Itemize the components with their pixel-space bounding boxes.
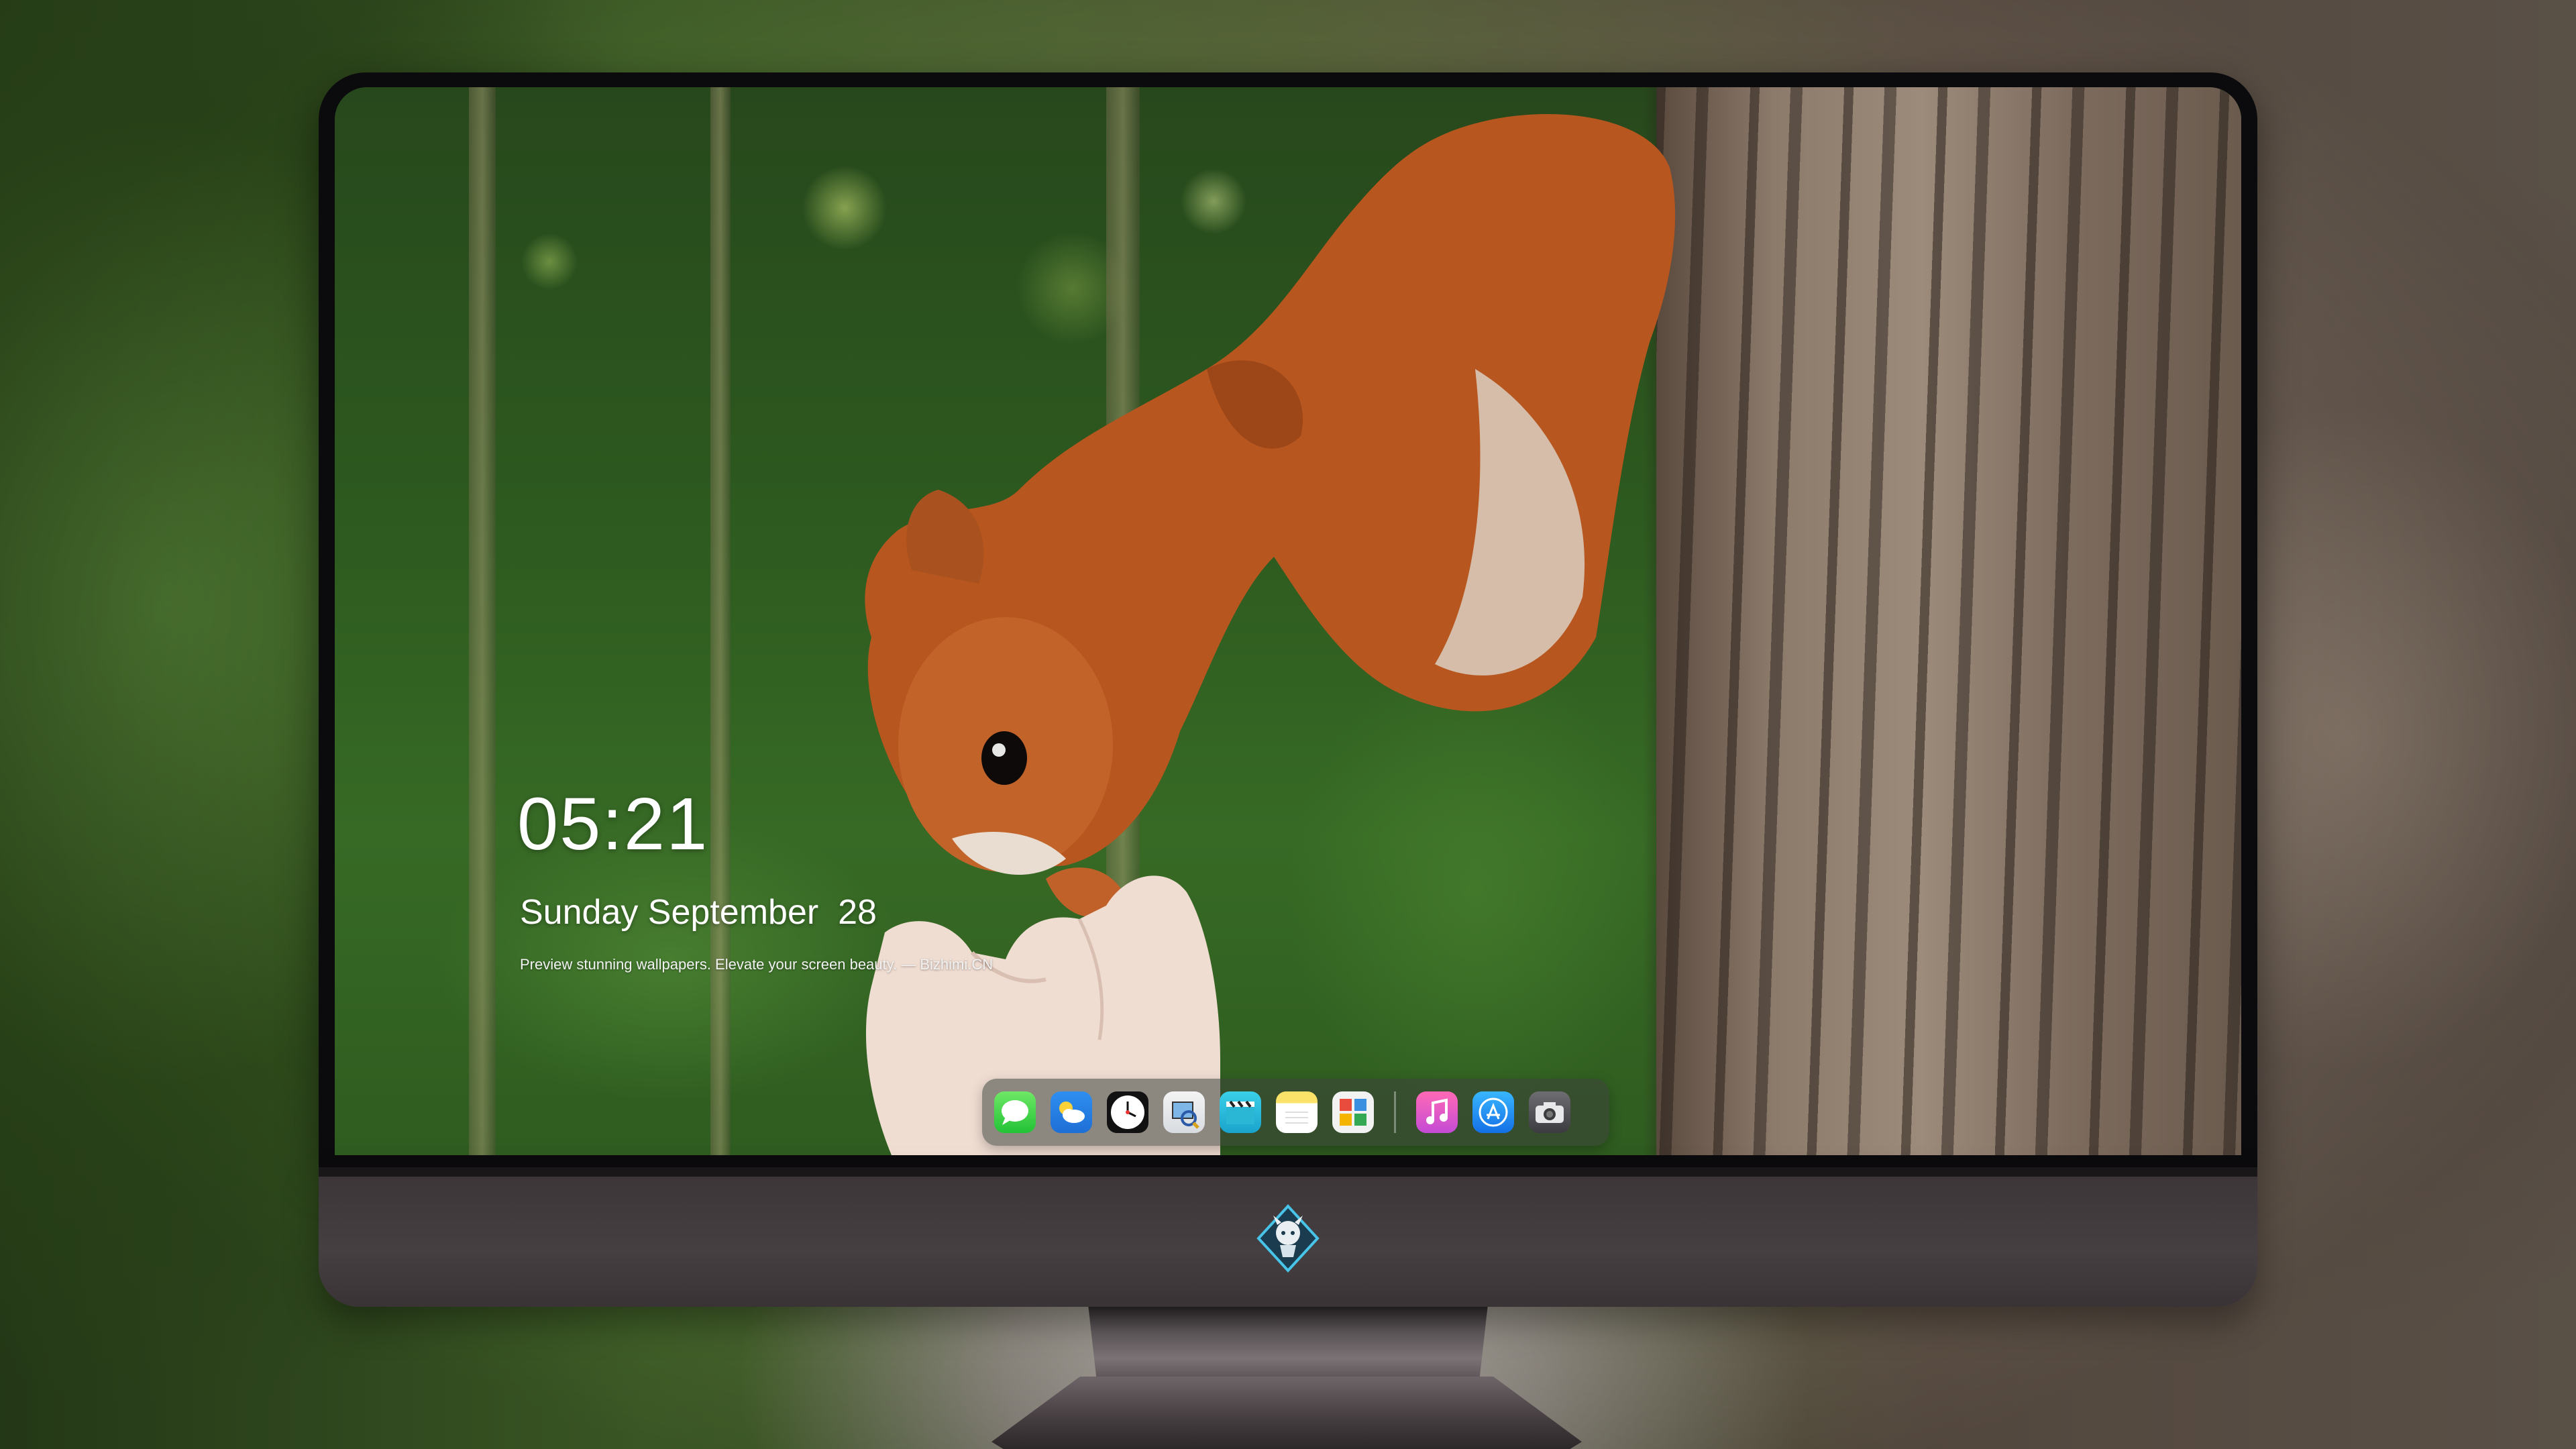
clapperboard-icon[interactable]	[1220, 1091, 1261, 1133]
clock-icon[interactable]	[1107, 1091, 1148, 1133]
monitor-stand-base	[991, 1377, 1582, 1449]
camera-icon[interactable]	[1529, 1091, 1570, 1133]
monitor-stand-neck	[1088, 1307, 1488, 1381]
chin-divider	[319, 1167, 2257, 1177]
notes-icon[interactable]	[1276, 1091, 1318, 1133]
dock-separator	[1394, 1091, 1396, 1133]
lock-screen-time: 05:21	[517, 783, 709, 865]
weather-icon[interactable]	[1051, 1091, 1092, 1133]
monitor: 05:21 Sunday September 28 Preview stunni…	[319, 72, 2257, 1307]
lock-screen-tagline: Preview stunning wallpapers. Elevate you…	[520, 956, 994, 973]
lock-screen-date: Sunday September 28	[520, 893, 877, 932]
photos-icon[interactable]	[1332, 1091, 1374, 1133]
wallpaper-hand	[865, 875, 1220, 1155]
music-note-icon[interactable]	[1416, 1091, 1458, 1133]
preview-icon[interactable]	[1163, 1091, 1205, 1133]
monitor-bezel: 05:21 Sunday September 28 Preview stunni…	[319, 72, 2257, 1167]
dock	[982, 1079, 1609, 1146]
messages-icon[interactable]	[994, 1091, 1036, 1133]
mascot-logo-icon	[1256, 1204, 1320, 1273]
screen: 05:21 Sunday September 28 Preview stunni…	[335, 87, 2241, 1155]
app-store-icon[interactable]	[1472, 1091, 1514, 1133]
